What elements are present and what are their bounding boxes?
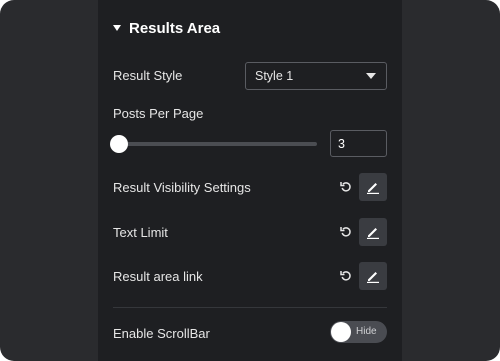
posts-per-page-slider[interactable] [109,135,317,153]
result-style-label: Result Style [113,68,183,83]
enable-scrollbar-label: Enable ScrollBar [113,326,210,341]
result-style-selected-value: Style 1 [255,69,294,83]
row-label-text-limit: Text Limit [113,225,168,240]
posts-per-page-label: Posts Per Page [113,106,204,121]
app-frame: Results Area Result Style Style 1 Posts … [0,0,500,361]
section-title: Results Area [129,19,221,37]
pencil-icon [367,228,379,239]
pencil-icon [367,183,379,194]
result-style-select[interactable]: Style 1 [245,62,387,90]
row-label-result-visibility-settings: Result Visibility Settings [113,180,251,195]
posts-per-page-input[interactable]: 3 [330,130,387,157]
chevron-down-icon [366,73,376,79]
pencil-icon [367,272,379,283]
reset-icon[interactable] [340,270,352,282]
posts-per-page-value: 3 [338,136,345,151]
caret-down-icon [113,25,121,31]
enable-scrollbar-toggle[interactable]: Hide [330,321,387,343]
edit-result-visibility-settings-button[interactable] [359,173,387,201]
row-label-result-area-link: Result area link [113,269,203,284]
reset-icon[interactable] [340,181,352,193]
toggle-knob [331,322,351,342]
toggle-state-text: Hide [356,326,377,337]
section-header-results-area[interactable]: Results Area [113,14,220,42]
edit-text-limit-button[interactable] [359,218,387,246]
divider [113,307,387,308]
reset-icon[interactable] [340,226,352,238]
edit-result-area-link-button[interactable] [359,262,387,290]
slider-thumb[interactable] [109,135,128,153]
